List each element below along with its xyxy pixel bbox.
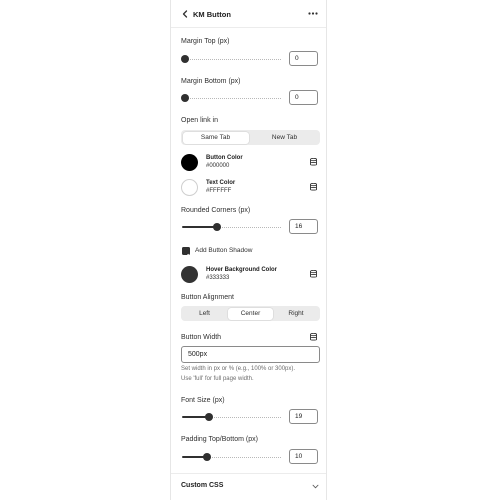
hover-color-swatch[interactable] (181, 266, 198, 283)
alignment-label: Button Alignment (181, 294, 234, 301)
font-size-label: Font Size (px) (181, 397, 225, 404)
padding-label: Padding Top/Bottom (px) (181, 436, 258, 443)
custom-css-header[interactable]: Custom CSS (181, 482, 223, 489)
alignment-right[interactable]: Right (274, 308, 318, 320)
button-width-label: Button Width (181, 334, 222, 341)
open-link-label: Open link in (181, 117, 218, 124)
database-icon[interactable] (310, 183, 317, 191)
more-horizontal-icon[interactable] (308, 11, 318, 16)
rounded-corners-slider-fill (182, 226, 216, 228)
margin-top-label: Margin Top (px) (181, 38, 230, 45)
text-color-name: Text Color (206, 180, 236, 186)
button-color-hex: #000000 (206, 163, 230, 169)
chevron-down-icon[interactable] (312, 484, 319, 489)
button-color-swatch[interactable] (181, 154, 198, 171)
rounded-corners-input[interactable]: 16 (289, 219, 318, 234)
padding-slider-thumb[interactable] (203, 453, 211, 461)
hover-color-hex: #333333 (206, 275, 230, 281)
margin-bottom-label: Margin Bottom (px) (181, 78, 241, 85)
alignment-segmented-control: Left Center Right (181, 306, 320, 321)
font-size-input[interactable]: 19 (289, 409, 318, 424)
margin-top-slider-track[interactable] (185, 59, 281, 60)
custom-css-divider (171, 473, 326, 474)
hover-color-name: Hover Background Color (206, 267, 278, 273)
panel-title: KM Button (193, 10, 231, 19)
button-width-help-line1: Set width in px or % (e.g., 100% or 300p… (181, 366, 296, 372)
alignment-left[interactable]: Left (183, 308, 227, 320)
margin-bottom-slider-thumb[interactable] (181, 94, 189, 102)
button-width-help-line2: Use 'full' for full page width. (181, 376, 254, 382)
rounded-corners-slider-thumb[interactable] (213, 223, 221, 231)
text-color-swatch[interactable] (181, 179, 198, 196)
header-divider (171, 27, 326, 28)
button-width-input[interactable]: 500px (181, 346, 320, 363)
button-color-name: Button Color (206, 155, 243, 161)
database-icon[interactable] (310, 270, 317, 278)
font-size-slider-thumb[interactable] (205, 413, 213, 421)
open-link-new-tab[interactable]: New Tab (251, 132, 318, 144)
margin-bottom-slider-track[interactable] (185, 98, 281, 99)
database-icon[interactable] (310, 333, 317, 341)
rounded-corners-label: Rounded Corners (px) (181, 207, 251, 214)
open-link-same-tab[interactable]: Same Tab (182, 131, 249, 144)
margin-top-slider-thumb[interactable] (181, 55, 189, 63)
alignment-center[interactable]: Center (228, 307, 273, 320)
shadow-label: Add Button Shadow (195, 247, 253, 254)
margin-bottom-input[interactable]: 0 (289, 90, 318, 105)
checkmark-icon (183, 253, 189, 259)
database-icon[interactable] (310, 158, 317, 166)
margin-top-input[interactable]: 0 (289, 51, 318, 66)
settings-panel: KM Button Margin Top (px) 0 Margin Botto… (170, 0, 327, 500)
chevron-left-icon[interactable] (181, 10, 189, 18)
shadow-checkbox[interactable] (182, 247, 190, 259)
padding-input[interactable]: 10 (289, 449, 318, 464)
open-link-segmented-control: Same Tab New Tab (181, 130, 320, 145)
text-color-hex: #FFFFFF (206, 188, 232, 194)
